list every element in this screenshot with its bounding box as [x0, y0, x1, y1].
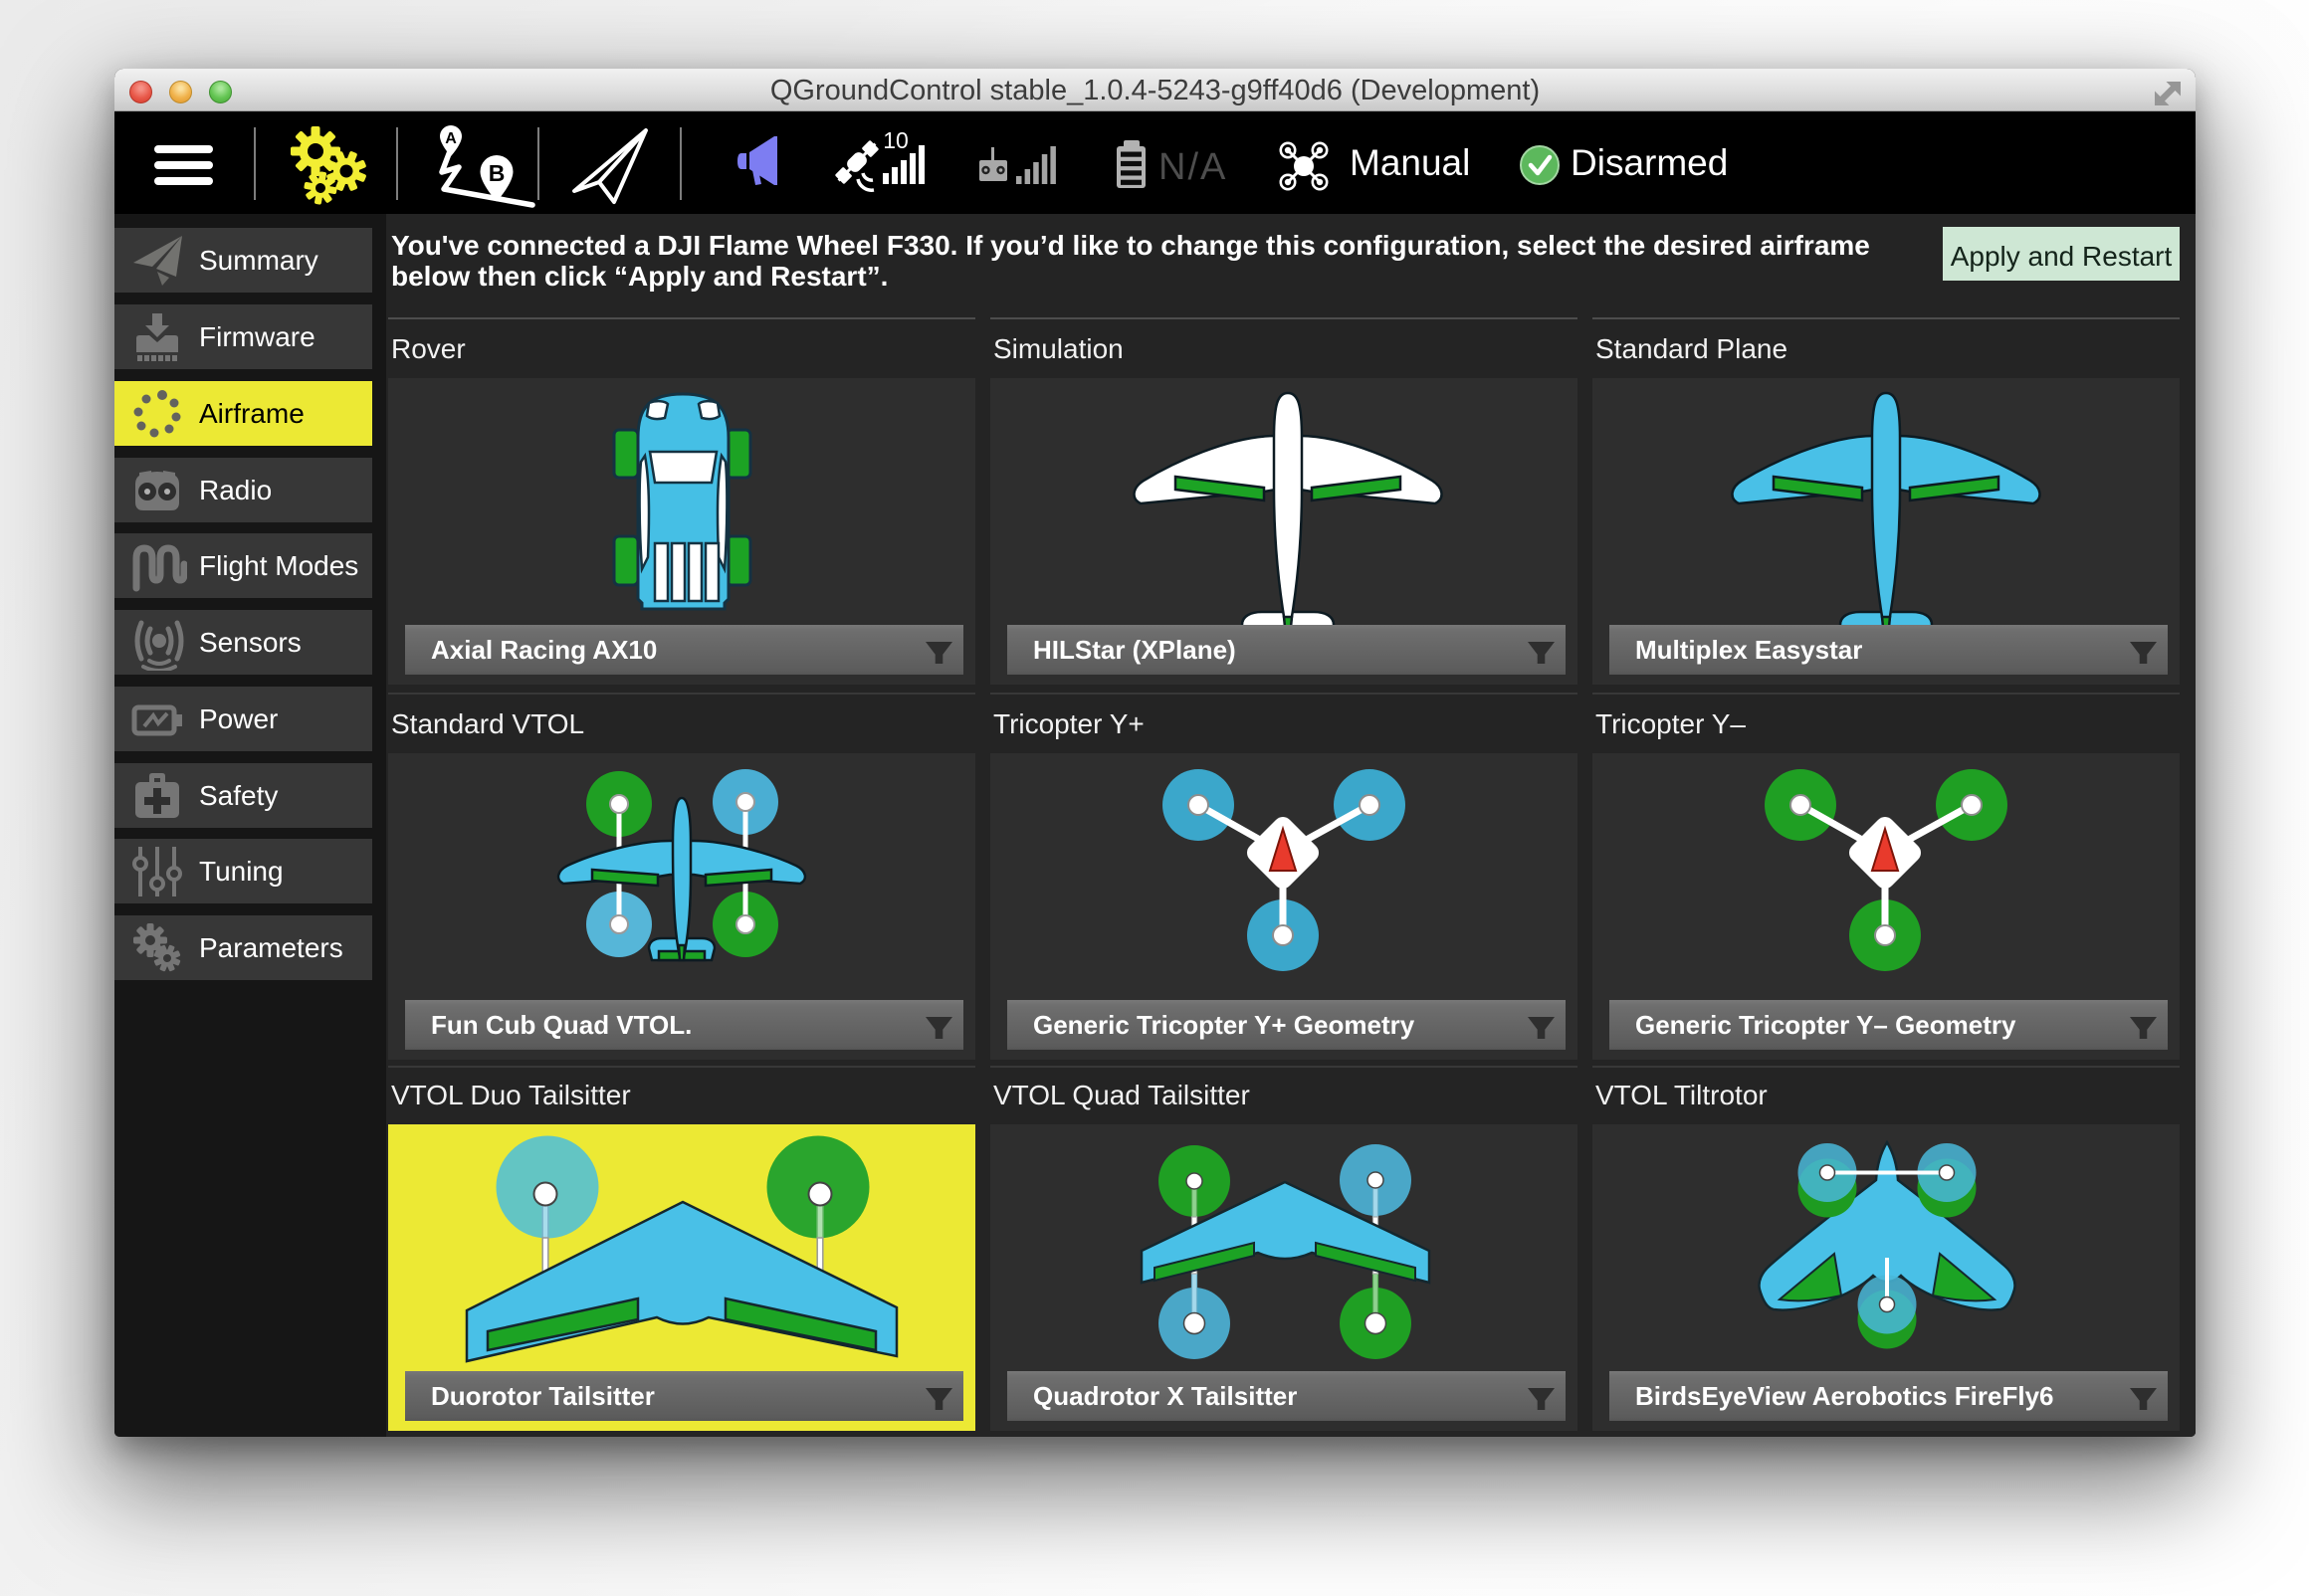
svg-text:B: B — [489, 160, 506, 186]
svg-text:N/A: N/A — [1158, 146, 1227, 188]
svg-text:A: A — [445, 130, 457, 147]
svg-text:10: 10 — [883, 127, 909, 153]
